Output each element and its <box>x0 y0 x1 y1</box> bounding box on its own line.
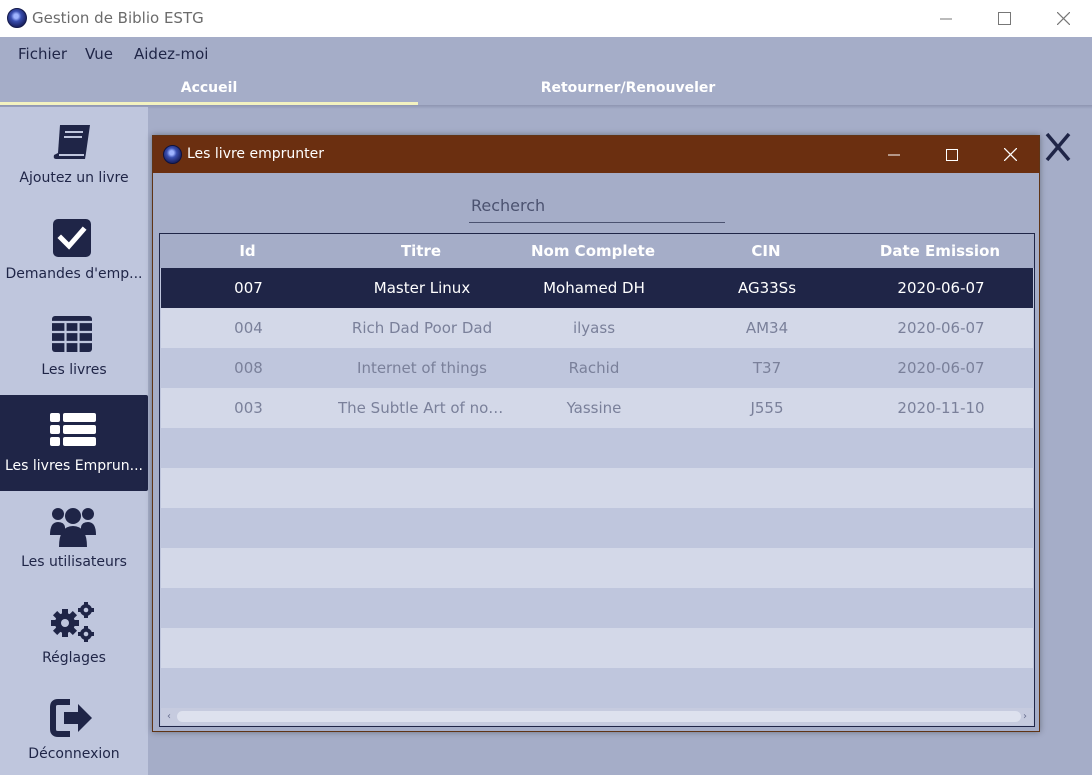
cell-id: 004 <box>234 319 263 337</box>
cell-titre: The Subtle Art of not ... <box>336 388 508 428</box>
cell-cin: AM34 <box>745 319 789 337</box>
sidebar-item-ajoutez-livre[interactable]: Ajoutez un livre <box>0 107 148 203</box>
cell-cin: AG33Ss <box>737 279 797 297</box>
sidebar-item-label: Ajoutez un livre <box>19 170 129 186</box>
maximize-icon <box>946 148 958 161</box>
cell-titre: Master Linux <box>336 268 508 308</box>
horizontal-scrollbar[interactable]: ‹ › <box>161 708 1033 725</box>
cell-nom: Rachid <box>568 359 620 377</box>
menu-vue[interactable]: Vue <box>85 45 113 63</box>
sidebar-item-label: Déconnexion <box>28 746 120 762</box>
gears-icon <box>51 602 94 642</box>
cell-titre: Rich Dad Poor Dad <box>336 308 508 348</box>
sidebar-item-utilisateurs[interactable]: Les utilisateurs <box>0 491 148 587</box>
maximize-button[interactable] <box>975 0 1033 37</box>
app-logo-icon <box>7 8 27 28</box>
checkbox-icon <box>53 219 91 257</box>
cell-titre-text: Master Linux <box>373 279 471 297</box>
cell-id: 007 <box>234 279 263 297</box>
sidebar-item-les-livres[interactable]: Les livres <box>0 299 148 395</box>
empty-table-row <box>161 548 1033 588</box>
sidebar-item-label: Les utilisateurs <box>21 554 127 570</box>
column-header-date[interactable]: Date Emission <box>853 234 1027 268</box>
users-icon <box>50 508 96 547</box>
close-button[interactable] <box>1034 0 1092 37</box>
minimize-icon <box>888 154 900 155</box>
sidebar-item-label: Les livres <box>41 362 107 378</box>
cell-date: 2020-06-07 <box>897 279 985 297</box>
cell-nom: Yassine <box>566 399 622 417</box>
cell-titre-text: Internet of things <box>357 359 487 377</box>
empty-table-row <box>161 508 1033 548</box>
cell-titre-text: The Subtle Art of not ... <box>338 399 506 417</box>
minimize-icon <box>940 18 952 19</box>
logout-icon <box>50 699 92 737</box>
empty-table-row <box>161 468 1033 508</box>
cell-date: 2020-06-07 <box>897 319 985 337</box>
table-row[interactable]: 007 Master Linux Mohamed DH AG33Ss 2020-… <box>161 268 1033 308</box>
cell-nom: ilyass <box>572 319 616 337</box>
sidebar-item-deconnexion[interactable]: Déconnexion <box>0 683 148 775</box>
minimize-button[interactable] <box>917 0 975 37</box>
sidebar-item-label: Réglages <box>42 650 106 666</box>
column-header-id[interactable]: Id <box>160 234 335 268</box>
cell-cin: T37 <box>752 359 782 377</box>
cell-date: 2020-11-10 <box>897 399 985 417</box>
borrowed-books-dialog: Les livre emprunter Id Titre Nom Complet… <box>152 135 1040 732</box>
empty-table-row <box>161 588 1033 628</box>
borrowed-books-table: Id Titre Nom Complete CIN Date Emission … <box>159 233 1035 727</box>
app-logo-icon <box>163 145 182 164</box>
cell-nom: Mohamed DH <box>543 279 645 297</box>
table-row[interactable]: 004 Rich Dad Poor Dad ilyass AM34 2020-0… <box>161 308 1033 348</box>
empty-table-row <box>161 428 1033 468</box>
column-header-nom[interactable]: Nom Complete <box>507 234 679 268</box>
close-panel-icon[interactable] <box>1043 130 1073 164</box>
sidebar-item-label: Demandes d'emp... <box>5 266 143 282</box>
tab-divider <box>0 105 1092 109</box>
menu-fichier[interactable]: Fichier <box>18 45 67 63</box>
close-icon <box>1003 148 1017 161</box>
dialog-maximize-button[interactable] <box>923 136 981 173</box>
scroll-right-arrow-icon[interactable]: › <box>1020 711 1030 722</box>
window-titlebar: Gestion de Biblio ESTG <box>0 0 1092 37</box>
scroll-left-arrow-icon[interactable]: ‹ <box>164 711 174 722</box>
cell-cin: J555 <box>750 399 784 417</box>
menu-aidez-moi[interactable]: Aidez-moi <box>134 45 208 63</box>
dialog-titlebar: Les livre emprunter <box>153 136 1039 173</box>
tab-retourner-renouveler[interactable]: Retourner/Renouveler <box>418 69 838 107</box>
table-row[interactable]: 003 The Subtle Art of not ... Yassine J5… <box>161 388 1033 428</box>
menu-bar: Fichier Vue Aidez-moi <box>0 37 1092 69</box>
cell-id: 008 <box>234 359 263 377</box>
grid-icon <box>52 316 92 352</box>
empty-table-row <box>161 628 1033 668</box>
table-header: Id Titre Nom Complete CIN Date Emission <box>160 234 1034 268</box>
sidebar-item-livres-empruntes[interactable]: Les livres Emprun... <box>0 395 148 491</box>
list-icon <box>50 413 96 446</box>
dialog-minimize-button[interactable] <box>865 136 923 173</box>
search-input[interactable] <box>469 189 725 223</box>
sidebar-item-demandes[interactable]: Demandes d'emp... <box>0 203 148 299</box>
dialog-close-button[interactable] <box>981 136 1039 173</box>
cell-titre: Internet of things <box>336 348 508 388</box>
book-icon <box>53 125 90 159</box>
column-header-titre[interactable]: Titre <box>335 234 507 268</box>
scrollbar-thumb[interactable] <box>177 711 1021 722</box>
dialog-title: Les livre emprunter <box>187 146 324 162</box>
empty-table-row <box>161 668 1033 708</box>
sidebar-item-reglages[interactable]: Réglages <box>0 587 148 683</box>
table-row[interactable]: 008 Internet of things Rachid T37 2020-0… <box>161 348 1033 388</box>
sidebar: Ajoutez un livre Demandes d'emp... Les l… <box>0 107 148 775</box>
cell-id: 003 <box>234 399 263 417</box>
sidebar-item-label: Les livres Emprun... <box>4 458 143 474</box>
close-icon <box>1056 12 1070 25</box>
window-title: Gestion de Biblio ESTG <box>32 9 204 27</box>
cell-titre-text: Rich Dad Poor Dad <box>351 319 493 337</box>
maximize-icon <box>997 12 1011 25</box>
column-header-cin[interactable]: CIN <box>679 234 853 268</box>
cell-date: 2020-06-07 <box>897 359 985 377</box>
